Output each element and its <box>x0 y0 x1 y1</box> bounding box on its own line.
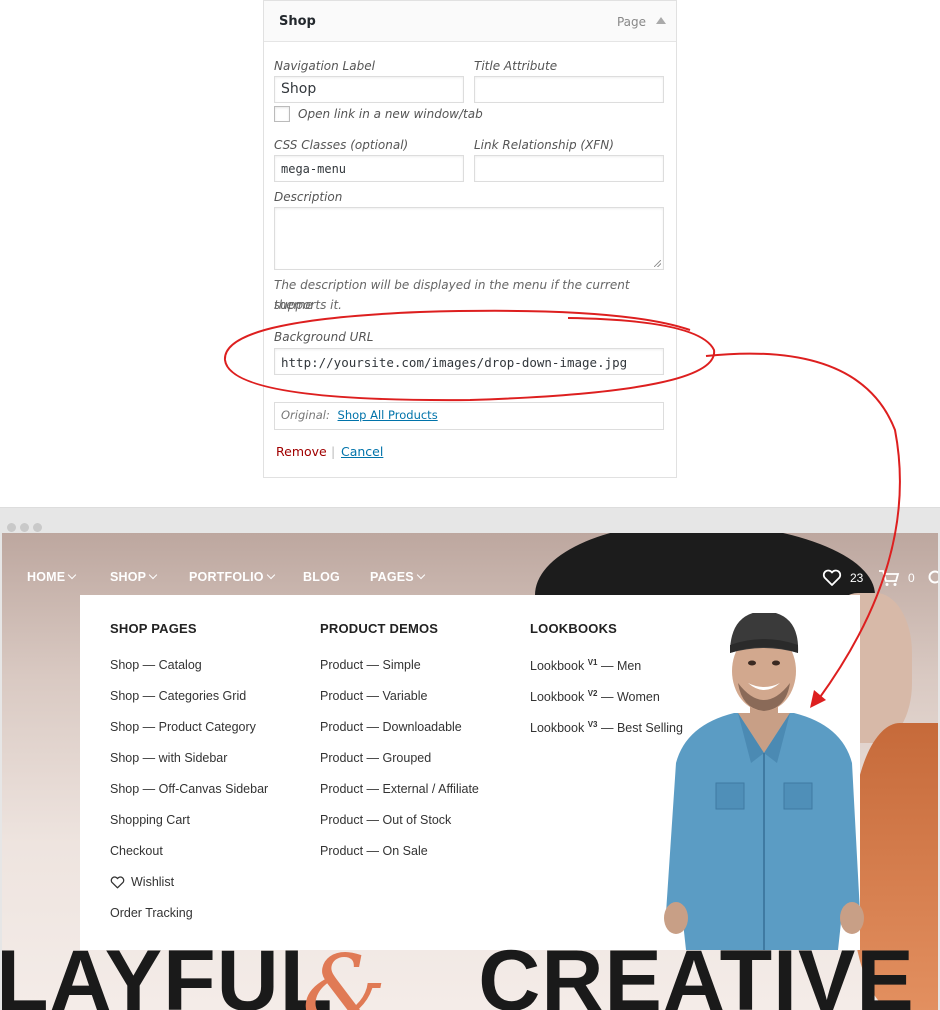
original-link[interactable]: Shop All Products <box>338 408 438 422</box>
xfn-input[interactable] <box>474 155 664 182</box>
css-classes-input[interactable]: mega-menu <box>274 155 464 182</box>
lookbook-version: V1 <box>587 658 598 667</box>
nav-portfolio-label: PORTFOLIO <box>189 570 264 584</box>
close-dot-icon[interactable] <box>7 523 16 532</box>
cart-icon[interactable] <box>878 569 900 587</box>
original-label: Original: <box>281 408 330 422</box>
nav-blog[interactable]: BLOG <box>303 570 340 584</box>
website-viewport: HOME SHOP PORTFOLIO BLOG PAGES 23 0 SHOP… <box>2 533 938 1010</box>
mega-menu-dropdown: SHOP PAGES Shop — Catalog Shop — Categor… <box>80 595 864 950</box>
heart-icon <box>110 876 125 889</box>
hero-heading-left: LAYFUL <box>2 933 334 1010</box>
heart-icon[interactable] <box>822 569 842 587</box>
chevron-down-icon <box>148 570 158 580</box>
search-icon[interactable] <box>928 570 938 586</box>
browser-window: HOME SHOP PORTFOLIO BLOG PAGES 23 0 SHOP… <box>0 507 940 1010</box>
lookbook-version: V2 <box>587 689 598 698</box>
original-link-box: Original: Shop All Products <box>274 402 664 430</box>
site-navigation: HOME SHOP PORTFOLIO BLOG PAGES 23 0 <box>2 569 938 588</box>
menu-item-type: Page <box>616 15 646 29</box>
lookbook-name: Lookbook <box>530 690 585 705</box>
lookbook-subtitle: — Men <box>597 659 642 674</box>
hero-heading: LAYFUL CREATIVE <box>2 938 915 1010</box>
nav-portfolio[interactable]: PORTFOLIO <box>189 570 275 584</box>
menu-link[interactable]: Product — Out of Stock <box>320 813 451 827</box>
nav-pages-label: PAGES <box>370 570 414 584</box>
chevron-down-icon <box>266 570 275 580</box>
new-window-checkbox[interactable] <box>274 106 290 122</box>
description-label: Description <box>274 190 343 204</box>
wishlist-count: 23 <box>850 571 864 585</box>
menu-link[interactable]: Product — Variable <box>320 689 427 703</box>
description-textarea[interactable] <box>274 207 664 270</box>
menu-link[interactable]: Shopping Cart <box>110 813 190 827</box>
maximize-dot-icon[interactable] <box>33 523 42 532</box>
nav-home[interactable]: HOME <box>27 570 77 584</box>
cart-count: 0 <box>908 571 915 585</box>
menu-link[interactable]: Shop — Catalog <box>110 658 202 672</box>
nav-blog-label: BLOG <box>303 570 340 584</box>
remove-link[interactable]: Remove <box>276 444 327 459</box>
resize-grip-icon[interactable] <box>654 260 661 267</box>
nav-pages[interactable]: PAGES <box>370 570 426 584</box>
action-separator: | <box>331 444 336 459</box>
menu-link[interactable]: Shop — Off-Canvas Sidebar <box>110 782 268 796</box>
lookbooks-title: LOOKBOOKS <box>530 621 618 636</box>
navigation-label-input[interactable]: Shop <box>274 76 464 103</box>
menu-link[interactable]: Shop — with Sidebar <box>110 751 227 765</box>
menu-link[interactable]: Lookbook V2 — Women <box>530 689 660 704</box>
description-help-line-2: supports it. <box>274 298 342 312</box>
menu-link[interactable]: Checkout <box>110 844 163 858</box>
hero-heading-right: CREATIVE <box>478 933 915 1010</box>
navigation-label-label: Navigation Label <box>274 59 375 73</box>
menu-link[interactable]: Shop — Categories Grid <box>110 689 246 703</box>
css-classes-label: CSS Classes (optional) <box>274 138 409 152</box>
title-attribute-input[interactable] <box>474 76 664 103</box>
background-url-label: Background URL <box>274 330 374 344</box>
chevron-down-icon <box>68 570 77 580</box>
lookbook-name: Lookbook <box>530 721 585 736</box>
chevron-down-icon <box>416 570 426 580</box>
triangle-up-icon[interactable] <box>656 17 666 24</box>
menu-item-header[interactable]: Shop Page <box>264 1 676 42</box>
nav-shop[interactable]: SHOP <box>110 570 158 584</box>
nav-home-label: HOME <box>27 570 66 584</box>
menu-link-wishlist[interactable]: Wishlist <box>131 875 174 889</box>
product-demos-title: PRODUCT DEMOS <box>320 621 439 636</box>
menu-link[interactable]: Product — On Sale <box>320 844 428 858</box>
menu-item-title: Shop <box>279 14 316 29</box>
xfn-label: Link Relationship (XFN) <box>474 138 614 152</box>
new-window-label: Open link in a new window/tab <box>298 107 483 121</box>
menu-link[interactable]: Product — Downloadable <box>320 720 462 734</box>
title-attribute-label: Title Attribute <box>474 59 558 73</box>
menu-link[interactable]: Product — Grouped <box>320 751 431 765</box>
menu-link[interactable]: Lookbook V1 — Men <box>530 658 641 673</box>
mega-menu-background-image <box>664 613 864 950</box>
cancel-link[interactable]: Cancel <box>341 444 383 459</box>
hero-ampersand: & <box>302 935 387 1010</box>
menu-link[interactable]: Product — External / Affiliate <box>320 782 479 796</box>
menu-link[interactable]: Shop — Product Category <box>110 720 256 734</box>
menu-link[interactable]: Product — Simple <box>320 658 421 672</box>
background-url-input[interactable]: http://yoursite.com/images/drop-down-ima… <box>274 348 664 375</box>
menu-link[interactable]: Order Tracking <box>110 906 193 920</box>
nav-shop-label: SHOP <box>110 570 147 584</box>
lookbook-name: Lookbook <box>530 659 585 674</box>
lookbook-version: V3 <box>587 720 598 729</box>
minimize-dot-icon[interactable] <box>20 523 29 532</box>
shop-pages-title: SHOP PAGES <box>110 621 197 636</box>
